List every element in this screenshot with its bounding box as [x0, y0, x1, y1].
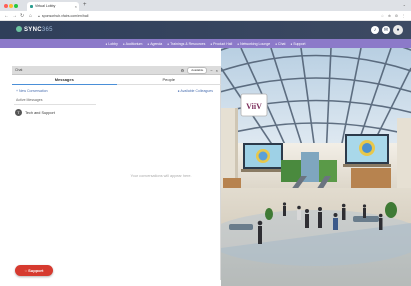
forward-icon[interactable]: → [12, 12, 17, 20]
brand-name: SYNC [24, 27, 42, 33]
browser-tab-bar: Virtual Lobby × + ⌄ [0, 0, 411, 11]
app-header: SYNC365 ♪ ✉ ● [0, 21, 411, 39]
nav-item-agenda[interactable]: Agenda [147, 42, 162, 46]
reload-icon[interactable]: ↻ [20, 12, 24, 20]
nav-item-chat[interactable]: Chat [275, 42, 285, 46]
new-conversation-link[interactable]: + New Conversation [16, 88, 48, 95]
conversation-label: Tech and Support [25, 110, 55, 115]
support-button-label: Support [28, 268, 44, 273]
main-nav: Lobby Auditorium Agenda Trainings & Reso… [0, 39, 411, 48]
status-dropdown[interactable]: Available [187, 67, 208, 74]
profile-icon[interactable]: ● [393, 25, 403, 35]
tab-title: Virtual Lobby [35, 4, 56, 8]
brand-sub: 365 [41, 27, 53, 33]
extension-icons[interactable]: ☆ ⊕ ⚙ ⋮ [381, 13, 407, 19]
chat-actions: + New Conversation ● Available Colleague… [12, 88, 221, 95]
address-bar: ← → ↻ ⌂ 🔒︎ sponsorhub.vfairs.com/en/hall … [0, 11, 411, 21]
lock-icon: 🔒︎ [38, 14, 40, 18]
close-window-icon[interactable] [4, 4, 8, 8]
bell-icon[interactable]: ♪ [371, 26, 379, 34]
active-messages-heading: Active Messages [16, 98, 43, 102]
brand-mark-icon [16, 26, 22, 32]
url-text: sponsorhub.vfairs.com/en/hall [41, 14, 89, 18]
nav-item-networking[interactable]: Networking Lounge [237, 42, 270, 46]
nav-item-product-hall[interactable]: Product Hall [210, 42, 232, 46]
settings-icon[interactable]: ⚙ [181, 68, 185, 73]
nav-item-support[interactable]: Support [290, 42, 305, 46]
section-divider [14, 104, 96, 105]
avatar: T [15, 109, 22, 116]
nav-item-trainings[interactable]: Trainings & Resources [167, 42, 205, 46]
nav-item-auditorium[interactable]: Auditorium [123, 42, 143, 46]
empty-state-message: Your conversations will appear here. [130, 174, 192, 178]
new-tab-icon[interactable]: + [83, 2, 87, 9]
tab-close-icon[interactable]: × [75, 4, 77, 9]
back-icon[interactable]: ← [4, 12, 9, 20]
tab-people[interactable]: People [116, 75, 221, 85]
brand-logo[interactable]: SYNC365 [16, 26, 53, 33]
chat-icon[interactable]: ✉ [382, 26, 390, 34]
nav-item-lobby[interactable]: Lobby [105, 42, 118, 46]
chrome-menu-icon[interactable]: ⌄ [403, 2, 406, 7]
close-panel-icon[interactable]: × [216, 68, 218, 73]
support-button[interactable]: ◌ Support [15, 265, 53, 276]
viiv-sign: ViiV [246, 102, 262, 111]
venue-illustration: ViiV [221, 48, 411, 286]
venue-scene[interactable]: ViiV [221, 48, 411, 286]
chat-tabs: Messages People [12, 75, 221, 85]
minimize-panel-icon[interactable]: − [210, 68, 212, 73]
url-field[interactable]: 🔒︎ sponsorhub.vfairs.com/en/hall [38, 13, 88, 19]
available-colleagues-link[interactable]: ● Available Colleagues [177, 88, 213, 95]
maximize-window-icon[interactable] [14, 4, 18, 8]
home-icon[interactable]: ⌂ [29, 12, 32, 20]
tab-messages[interactable]: Messages [12, 75, 117, 85]
browser-tab[interactable]: Virtual Lobby × [27, 2, 79, 11]
chat-panel-header: Chat ⚙ Available − × [12, 66, 221, 75]
minimize-window-icon[interactable] [9, 4, 13, 8]
chat-panel-controls: ⚙ Available − × [181, 67, 218, 74]
favicon-icon [30, 5, 33, 8]
conversation-item[interactable]: T Tech and Support [15, 108, 55, 117]
chat-panel-title: Chat [15, 68, 23, 72]
